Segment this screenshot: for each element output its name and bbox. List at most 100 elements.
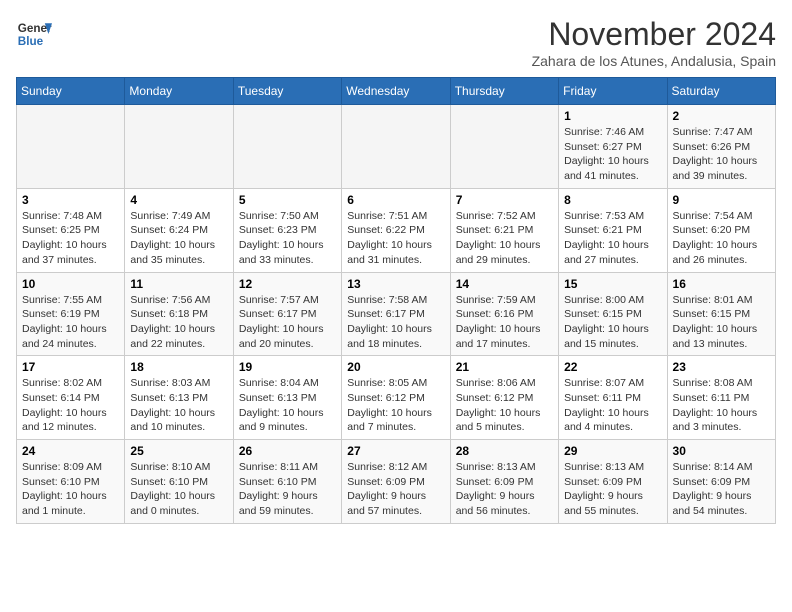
title-block: November 2024 Zahara de los Atunes, Anda…: [532, 16, 776, 69]
day-number: 7: [456, 193, 553, 207]
calendar-cell: 1Sunrise: 7:46 AM Sunset: 6:27 PM Daylig…: [559, 105, 667, 189]
day-number: 3: [22, 193, 119, 207]
calendar-cell: 25 Sunrise: 8:10 AM Sunset: 6:10 PM Dayli…: [125, 440, 233, 524]
calendar-cell: 21 Sunrise: 8:06 AM Sunset: 6:12 PM Dayli…: [450, 356, 558, 440]
calendar-cell: 12 Sunrise: 7:57 AM Sunset: 6:17 PM Dayli…: [233, 272, 341, 356]
dow-header: Friday: [559, 78, 667, 105]
day-number: 26: [239, 444, 336, 458]
calendar-cell: [450, 105, 558, 189]
day-info: Sunrise: 7:57 AM Sunset: 6:17 PM Dayligh…: [239, 293, 336, 352]
month-title: November 2024: [532, 16, 776, 53]
day-info: Sunrise: 8:07 AM Sunset: 6:11 PM Dayligh…: [564, 376, 661, 435]
dow-header: Monday: [125, 78, 233, 105]
calendar-cell: 8 Sunrise: 7:53 AM Sunset: 6:21 PM Daylig…: [559, 188, 667, 272]
day-number: 8: [564, 193, 661, 207]
calendar-cell: [125, 105, 233, 189]
day-info: Sunrise: 8:01 AM Sunset: 6:15 PM Dayligh…: [673, 293, 770, 352]
day-info: Sunrise: 8:02 AM Sunset: 6:14 PM Dayligh…: [22, 376, 119, 435]
day-number: 14: [456, 277, 553, 291]
day-info: Sunrise: 8:03 AM Sunset: 6:13 PM Dayligh…: [130, 376, 227, 435]
calendar-cell: 28 Sunrise: 8:13 AM Sunset: 6:09 PM Dayli…: [450, 440, 558, 524]
day-info: Sunrise: 7:55 AM Sunset: 6:19 PM Dayligh…: [22, 293, 119, 352]
day-number: 13: [347, 277, 444, 291]
day-info: Sunrise: 7:58 AM Sunset: 6:17 PM Dayligh…: [347, 293, 444, 352]
calendar-cell: 4Sunrise: 7:49 AM Sunset: 6:24 PM Daylig…: [125, 188, 233, 272]
calendar-cell: 9 Sunrise: 7:54 AM Sunset: 6:20 PM Daylig…: [667, 188, 775, 272]
calendar-cell: 10 Sunrise: 7:55 AM Sunset: 6:19 PM Dayli…: [17, 272, 125, 356]
day-number: 9: [673, 193, 770, 207]
calendar-cell: 14 Sunrise: 7:59 AM Sunset: 6:16 PM Dayli…: [450, 272, 558, 356]
calendar-cell: [342, 105, 450, 189]
day-info: Sunrise: 7:54 AM Sunset: 6:20 PM Dayligh…: [673, 209, 770, 268]
dow-header: Saturday: [667, 78, 775, 105]
page-header: General Blue November 2024 Zahara de los…: [16, 16, 776, 69]
day-info: Sunrise: 8:00 AM Sunset: 6:15 PM Dayligh…: [564, 293, 661, 352]
day-number: 19: [239, 360, 336, 374]
svg-text:Blue: Blue: [18, 35, 44, 48]
calendar-cell: 18 Sunrise: 8:03 AM Sunset: 6:13 PM Dayli…: [125, 356, 233, 440]
day-info: Sunrise: 8:08 AM Sunset: 6:11 PM Dayligh…: [673, 376, 770, 435]
day-number: 21: [456, 360, 553, 374]
calendar-cell: 27 Sunrise: 8:12 AM Sunset: 6:09 PM Dayli…: [342, 440, 450, 524]
day-info: Sunrise: 8:10 AM Sunset: 6:10 PM Dayligh…: [130, 460, 227, 519]
calendar-cell: 26 Sunrise: 8:11 AM Sunset: 6:10 PM Dayli…: [233, 440, 341, 524]
calendar-cell: 6 Sunrise: 7:51 AM Sunset: 6:22 PM Daylig…: [342, 188, 450, 272]
day-info: Sunrise: 7:47 AM Sunset: 6:26 PM Dayligh…: [673, 125, 770, 184]
calendar-cell: 20Sunrise: 8:05 AM Sunset: 6:12 PM Dayli…: [342, 356, 450, 440]
day-number: 6: [347, 193, 444, 207]
day-info: Sunrise: 7:49 AM Sunset: 6:24 PM Dayligh…: [130, 209, 227, 268]
day-info: Sunrise: 8:12 AM Sunset: 6:09 PM Dayligh…: [347, 460, 444, 519]
day-info: Sunrise: 8:09 AM Sunset: 6:10 PM Dayligh…: [22, 460, 119, 519]
day-number: 5: [239, 193, 336, 207]
calendar-cell: 16 Sunrise: 8:01 AM Sunset: 6:15 PM Dayli…: [667, 272, 775, 356]
calendar-cell: 24 Sunrise: 8:09 AM Sunset: 6:10 PM Dayli…: [17, 440, 125, 524]
day-number: 25: [130, 444, 227, 458]
dow-header: Thursday: [450, 78, 558, 105]
day-number: 20: [347, 360, 444, 374]
day-info: Sunrise: 8:13 AM Sunset: 6:09 PM Dayligh…: [564, 460, 661, 519]
day-info: Sunrise: 8:06 AM Sunset: 6:12 PM Dayligh…: [456, 376, 553, 435]
dow-header: Sunday: [17, 78, 125, 105]
day-info: Sunrise: 7:53 AM Sunset: 6:21 PM Dayligh…: [564, 209, 661, 268]
calendar-cell: 13 Sunrise: 7:58 AM Sunset: 6:17 PM Dayli…: [342, 272, 450, 356]
calendar-cell: 23 Sunrise: 8:08 AM Sunset: 6:11 PM Dayli…: [667, 356, 775, 440]
logo-icon: General Blue: [16, 16, 52, 52]
calendar-cell: [233, 105, 341, 189]
calendar-table: SundayMondayTuesdayWednesdayThursdayFrid…: [16, 77, 776, 524]
day-info: Sunrise: 7:50 AM Sunset: 6:23 PM Dayligh…: [239, 209, 336, 268]
calendar-cell: 29Sunrise: 8:13 AM Sunset: 6:09 PM Dayli…: [559, 440, 667, 524]
calendar-cell: 7 Sunrise: 7:52 AM Sunset: 6:21 PM Daylig…: [450, 188, 558, 272]
dow-header: Wednesday: [342, 78, 450, 105]
day-info: Sunrise: 7:52 AM Sunset: 6:21 PM Dayligh…: [456, 209, 553, 268]
calendar-cell: 30 Sunrise: 8:14 AM Sunset: 6:09 PM Dayli…: [667, 440, 775, 524]
day-number: 12: [239, 277, 336, 291]
day-number: 30: [673, 444, 770, 458]
day-number: 23: [673, 360, 770, 374]
day-info: Sunrise: 7:51 AM Sunset: 6:22 PM Dayligh…: [347, 209, 444, 268]
calendar-cell: 15Sunrise: 8:00 AM Sunset: 6:15 PM Dayli…: [559, 272, 667, 356]
day-info: Sunrise: 8:14 AM Sunset: 6:09 PM Dayligh…: [673, 460, 770, 519]
day-number: 16: [673, 277, 770, 291]
day-number: 11: [130, 277, 227, 291]
calendar-cell: 17 Sunrise: 8:02 AM Sunset: 6:14 PM Dayli…: [17, 356, 125, 440]
day-info: Sunrise: 8:04 AM Sunset: 6:13 PM Dayligh…: [239, 376, 336, 435]
day-number: 2: [673, 109, 770, 123]
day-info: Sunrise: 8:11 AM Sunset: 6:10 PM Dayligh…: [239, 460, 336, 519]
calendar-cell: 2 Sunrise: 7:47 AM Sunset: 6:26 PM Daylig…: [667, 105, 775, 189]
day-info: Sunrise: 7:56 AM Sunset: 6:18 PM Dayligh…: [130, 293, 227, 352]
logo: General Blue: [16, 16, 52, 52]
day-number: 18: [130, 360, 227, 374]
calendar-cell: 22Sunrise: 8:07 AM Sunset: 6:11 PM Dayli…: [559, 356, 667, 440]
day-number: 28: [456, 444, 553, 458]
calendar-cell: 11 Sunrise: 7:56 AM Sunset: 6:18 PM Dayli…: [125, 272, 233, 356]
calendar-cell: [17, 105, 125, 189]
day-info: Sunrise: 7:48 AM Sunset: 6:25 PM Dayligh…: [22, 209, 119, 268]
day-number: 24: [22, 444, 119, 458]
day-info: Sunrise: 8:13 AM Sunset: 6:09 PM Dayligh…: [456, 460, 553, 519]
day-info: Sunrise: 7:59 AM Sunset: 6:16 PM Dayligh…: [456, 293, 553, 352]
day-number: 1: [564, 109, 661, 123]
day-number: 10: [22, 277, 119, 291]
calendar-cell: 5 Sunrise: 7:50 AM Sunset: 6:23 PM Daylig…: [233, 188, 341, 272]
day-number: 17: [22, 360, 119, 374]
day-number: 27: [347, 444, 444, 458]
